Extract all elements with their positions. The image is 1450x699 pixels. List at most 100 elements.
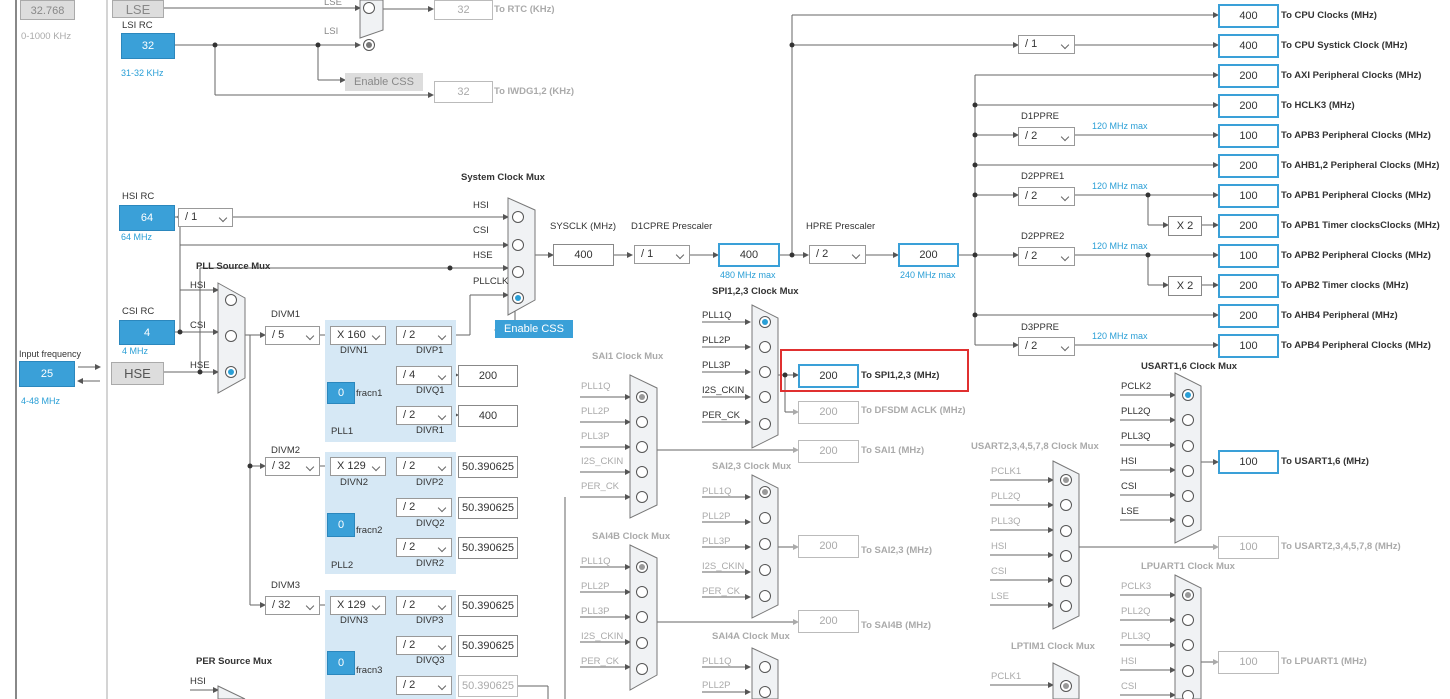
d1ppre-select[interactable]: / 2 bbox=[1018, 127, 1075, 146]
divm3-label: DIVM3 bbox=[271, 580, 301, 591]
usart2-clock-value: 100 bbox=[1218, 536, 1279, 559]
d2ppre2-select[interactable]: / 2 bbox=[1018, 247, 1075, 266]
axi-clock-value: 200 bbox=[1218, 64, 1279, 88]
apb1-clock-value: 100 bbox=[1218, 184, 1279, 208]
divp3-select[interactable]: / 2 bbox=[396, 596, 452, 615]
divr1-select[interactable]: / 2 bbox=[396, 406, 452, 425]
sai4a-in-pll1q: PLL1Q bbox=[702, 656, 732, 667]
pll1-r-output: 400 bbox=[458, 405, 518, 427]
usart16-in-pll3q: PLL3Q bbox=[1121, 431, 1151, 442]
d3ppre-label: D3PPRE bbox=[1021, 322, 1060, 333]
divr1-label: DIVR1 bbox=[416, 425, 444, 436]
divn1-select[interactable]: X 160 bbox=[330, 326, 386, 345]
d2ppre1-label: D2PPRE1 bbox=[1021, 171, 1065, 182]
csi-value-box: 4 bbox=[119, 320, 175, 345]
enable-css-hse-button[interactable]: Enable CSS bbox=[495, 320, 573, 338]
lpuart-in-pll2q: PLL2Q bbox=[1121, 606, 1151, 617]
pll2-q-output: 50.390625 bbox=[458, 497, 518, 519]
d1cpre-label: D1CPRE Prescaler bbox=[631, 221, 713, 232]
sai4a-clock-mux-title: SAI4A Clock Mux bbox=[712, 631, 790, 642]
lse-range-label: 0-1000 KHz bbox=[21, 31, 72, 42]
enable-css-lse-button[interactable]: Enable CSS bbox=[345, 73, 423, 91]
usart2-in-csi: CSI bbox=[991, 566, 1007, 577]
divp1-select[interactable]: / 2 bbox=[396, 326, 452, 345]
apb4-clock-dest: To APB4 Peripheral Clocks (MHz) bbox=[1281, 340, 1431, 351]
divr2-select[interactable]: / 2 bbox=[396, 538, 452, 557]
d3ppre-select[interactable]: / 2 bbox=[1018, 337, 1075, 356]
divm3-select[interactable]: / 32 bbox=[265, 596, 320, 615]
apb1-timer-dest: To APB1 Timer clocksClocks (MHz) bbox=[1281, 220, 1440, 231]
sysmux-csi-label: CSI bbox=[473, 225, 489, 236]
lse-source-box: LSE bbox=[112, 0, 164, 18]
divm1-select[interactable]: / 5 bbox=[265, 326, 320, 345]
divp1-label: DIVP1 bbox=[416, 345, 444, 356]
d2ppre1-select[interactable]: / 2 bbox=[1018, 187, 1075, 206]
sai4a-in-pll2p: PLL2P bbox=[702, 680, 731, 691]
apb1-clock-dest: To APB1 Peripheral Clocks (MHz) bbox=[1281, 190, 1431, 201]
d1ppre-max-label: 120 MHz max bbox=[1092, 121, 1148, 131]
ahb12-clock-value: 200 bbox=[1218, 154, 1279, 178]
lpuart-clock-value: 100 bbox=[1218, 651, 1279, 674]
sai1-in-pll1q: PLL1Q bbox=[581, 381, 611, 392]
fracn3-input[interactable]: 0 bbox=[327, 651, 355, 675]
dfsdm-clock-value: 200 bbox=[798, 401, 859, 424]
usart16-in-pclk2: PCLK2 bbox=[1121, 381, 1152, 392]
divq3-select[interactable]: / 2 bbox=[396, 636, 452, 655]
divn2-label: DIVN2 bbox=[340, 477, 368, 488]
systick-clock-value: 400 bbox=[1218, 34, 1279, 58]
input-frequency-label: Input frequency bbox=[19, 349, 82, 359]
spi-clock-mux-title: SPI1,2,3 Clock Mux bbox=[712, 286, 799, 297]
sai4b-clock-dest: To SAI4B (MHz) bbox=[861, 620, 932, 631]
spi-in-pll2p: PLL2P bbox=[702, 335, 731, 346]
divn2-select[interactable]: X 129 bbox=[330, 457, 386, 476]
pll-source-mux-title: PLL Source Mux bbox=[196, 261, 271, 272]
d1cpre-select[interactable]: / 1 bbox=[634, 245, 690, 264]
pll-mux-csi-label: CSI bbox=[190, 320, 206, 331]
ahb12-clock-dest: To AHB1,2 Peripheral Clocks (MHz) bbox=[1281, 160, 1440, 171]
hse-frequency-input[interactable]: 25 bbox=[19, 361, 75, 387]
spi-in-i2s-ckin: I2S_CKIN bbox=[702, 385, 745, 396]
system-clock-mux-title: System Clock Mux bbox=[461, 172, 545, 183]
pll3-r-output: 50.390625 bbox=[458, 675, 518, 697]
lptim-in-pclk1: PCLK1 bbox=[991, 671, 1022, 682]
divm2-select[interactable]: / 32 bbox=[265, 457, 320, 476]
divq1-select[interactable]: / 4 bbox=[396, 366, 452, 385]
apb3-clock-dest: To APB3 Peripheral Clocks (MHz) bbox=[1281, 130, 1431, 141]
usart16-clock-value: 100 bbox=[1218, 450, 1279, 474]
spi-in-pll1q: PLL1Q bbox=[702, 310, 732, 321]
divq1-label: DIVQ1 bbox=[416, 385, 445, 396]
sai4b-in-per-ck: PER_CK bbox=[581, 656, 620, 667]
apb4-clock-value: 100 bbox=[1218, 334, 1279, 358]
hpre-select[interactable]: / 2 bbox=[809, 245, 866, 264]
divp2-select[interactable]: / 2 bbox=[396, 457, 452, 476]
hsi-divider-select[interactable]: / 1 bbox=[178, 208, 233, 227]
divp3-label: DIVP3 bbox=[416, 615, 444, 626]
usart2-in-pclk1: PCLK1 bbox=[991, 466, 1022, 477]
lsi-rc-label: LSI RC bbox=[122, 20, 153, 31]
csi-range-label: 4 MHz bbox=[122, 346, 149, 356]
lpuart-in-pll3q: PLL3Q bbox=[1121, 631, 1151, 642]
lse-frequency-input[interactable]: 32.768 bbox=[20, 0, 75, 20]
divr3-select[interactable]: / 2 bbox=[396, 676, 452, 695]
hse-range-label: 4-48 MHz bbox=[21, 396, 61, 406]
usart16-clock-dest: To USART1,6 (MHz) bbox=[1281, 456, 1369, 467]
rtc-dest-label: To RTC (KHz) bbox=[494, 4, 555, 15]
systick-divider-select[interactable]: / 1 bbox=[1018, 35, 1075, 54]
iwdg-value-box: 32 bbox=[434, 81, 493, 103]
cpu-clock-dest: To CPU Clocks (MHz) bbox=[1281, 10, 1377, 21]
apb3-clock-value: 100 bbox=[1218, 124, 1279, 148]
fracn2-input[interactable]: 0 bbox=[327, 513, 355, 537]
apb1-timer-multiplier: X 2 bbox=[1168, 216, 1202, 236]
usart2-in-pll3q: PLL3Q bbox=[991, 516, 1021, 527]
usart2-in-pll2q: PLL2Q bbox=[991, 491, 1021, 502]
fracn1-input[interactable]: 0 bbox=[327, 382, 355, 404]
sai4b-clock-value: 200 bbox=[798, 610, 859, 633]
divq3-label: DIVQ3 bbox=[416, 655, 445, 666]
apb2-timer-value: 200 bbox=[1218, 274, 1279, 298]
divn3-select[interactable]: X 129 bbox=[330, 596, 386, 615]
divq2-select[interactable]: / 2 bbox=[396, 498, 452, 517]
hsi-range-label: 64 MHz bbox=[121, 232, 153, 242]
sysmux-pllclk-label: PLLCLK bbox=[473, 276, 509, 287]
lsi-mux-label: LSI bbox=[324, 26, 339, 37]
sai4b-in-i2s-ckin: I2S_CKIN bbox=[581, 631, 624, 642]
